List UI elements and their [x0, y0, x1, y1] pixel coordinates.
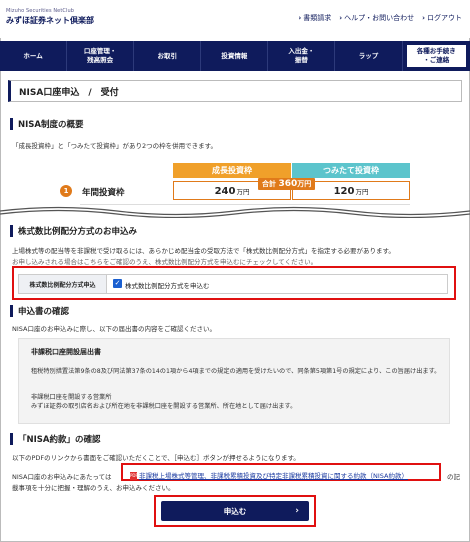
doc-paragraph-1: 租税特別措置法第9条の8及び同法第37条の14の1項から4項までの規定の適用を受…	[31, 368, 441, 375]
nav-info[interactable]: 投資情報	[201, 41, 269, 71]
confirm-text: NISA口座のお申込みに際し、以下の届出書の内容をご確認ください。	[12, 325, 216, 333]
doc-paragraph-3: みずほ証券の取引店名および所在地を非課税口座を開設する営業所、所在地として届け出…	[31, 403, 297, 410]
nav-transfer[interactable]: 入出金・ 振替	[268, 41, 336, 71]
confirm-heading: 申込書の確認	[10, 305, 69, 317]
main-nav: ホーム 口座管理・ 残高照会 お取引 投資情報 入出金・ 振替 ラップ 各種お手…	[0, 41, 470, 71]
yakkan-heading: 「NISA約款」の確認	[10, 433, 100, 445]
total-badge: 合計 360万円	[258, 178, 316, 190]
growth-value-unit: 万円	[236, 188, 250, 196]
pdf-link[interactable]: PDF非課税上場株式等管理、非課税累積投資及び特定非課税累積投資に関する約款（N…	[130, 470, 408, 480]
chevron-right-icon: ›	[295, 506, 299, 516]
link-help[interactable]: ヘルプ・お問い合わせ	[339, 13, 414, 23]
yakkan-text-2-pre: NISA口座のお申込みにあたっては	[12, 473, 112, 481]
total-value: 360	[278, 179, 298, 189]
pdf-icon: PDF	[130, 472, 138, 480]
submit-label: 申込む	[223, 506, 247, 516]
tsumi-header: つみたて投資枠	[292, 163, 410, 178]
submit-button[interactable]: 申込む ›	[161, 501, 309, 521]
logo[interactable]: Mizuho Securities NetClub みずほ証券ネット倶楽部	[6, 8, 94, 26]
ratio-heading: 株式数比例配分方式のお申込み	[10, 225, 137, 237]
nav-procedures[interactable]: 各種お手続き ・ご連絡	[405, 44, 468, 68]
tsumi-value-unit: 万円	[355, 188, 369, 196]
yakkan-text-3: 載事項を十分に把握・理解のうえ、お申込みください。	[12, 484, 175, 492]
ratio-text-1: 上場株式等の配当等を非課税で受け取るには、あらかじめ配当金の受取方法で「株式数比…	[12, 247, 395, 255]
doc-paragraph-2: 非課税口座を開設する営業所	[31, 394, 112, 401]
header: Mizuho Securities NetClub みずほ証券ネット倶楽部 書類…	[0, 0, 470, 38]
wave-divider	[0, 206, 470, 218]
overview-text: 「成長投資枠」と「つみたて投資枠」があり2つの枠を併用できます。	[12, 142, 217, 150]
link-document-request[interactable]: 書類請求	[298, 13, 331, 23]
tsumi-value-number: 120	[333, 186, 355, 197]
number-badge: 1	[60, 185, 72, 197]
yakkan-text-2-post: の記	[447, 473, 460, 481]
nav-wrap[interactable]: ラップ	[335, 41, 403, 71]
total-prefix: 合計	[262, 180, 276, 188]
pdf-link-text[interactable]: 非課税上場株式等管理、非課税累積投資及び特定非課税累積投資に関する約款（NISA…	[139, 472, 408, 480]
yakkan-text-1: 以下のPDFのリンクから書面をご確認いただくことで、［申込む］ボタンが押せるよう…	[12, 454, 300, 462]
nav-home[interactable]: ホーム	[0, 41, 68, 71]
top-links: 書類請求 ヘルプ・お問い合わせ ログアウト	[298, 13, 462, 23]
growth-value-number: 240	[214, 186, 236, 197]
ratio-option-row: 株式数比例配分方式申込 ✓ 株式数比例配分方式を申込む	[18, 274, 448, 294]
ratio-option-label: 株式数比例配分方式申込	[19, 275, 107, 293]
total-unit: 万円	[297, 180, 312, 188]
logo-jp: みずほ証券ネット倶楽部	[6, 16, 94, 25]
annual-label: 年間投資枠	[82, 188, 125, 198]
doc-title: 非課税口座開設届出書	[31, 348, 101, 356]
document-box: 非課税口座開設届出書 租税特別措置法第9条の8及び同法第37条の14の1項から4…	[18, 338, 450, 424]
page-title: NISA口座申込 / 受付	[8, 80, 462, 102]
ratio-checkbox-label[interactable]: 株式数比例配分方式を申込む	[125, 280, 210, 290]
nav-account[interactable]: 口座管理・ 残高照会	[67, 41, 135, 71]
link-logout[interactable]: ログアウト	[422, 13, 462, 23]
nav-trade[interactable]: お取引	[134, 41, 202, 71]
overview-heading: NISA制度の概要	[10, 118, 83, 130]
growth-header: 成長投資枠	[173, 163, 291, 178]
ratio-checkbox[interactable]: ✓	[113, 279, 122, 288]
logo-en: Mizuho Securities NetClub	[6, 8, 75, 14]
ratio-text-2: お申し込みされる場合はこちらをご確認のうえ、株式数比例配分方式を申込むにチェック…	[12, 258, 318, 266]
